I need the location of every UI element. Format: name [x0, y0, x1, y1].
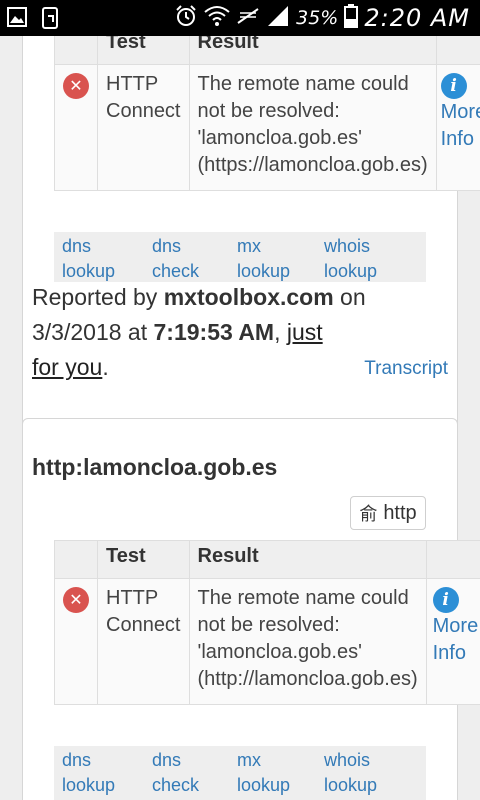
header-result: Result [188, 36, 437, 65]
result-text-line: 'lamoncloa.gob.es' [197, 641, 362, 663]
result-table-https: Test Result ✕ HTTP Connect The remote na… [54, 36, 480, 191]
mx-lookup-link[interactable]: mx lookup [237, 748, 290, 798]
result-text-line: not be resolved: [197, 100, 340, 122]
clock: 2:20 AM [364, 4, 470, 32]
result-table-http: Test Result ✕ HTTP Connect The remote na… [54, 540, 480, 705]
header-status [54, 36, 98, 65]
result-text-line: The remote name could [197, 73, 409, 95]
header-status [54, 540, 98, 579]
table-row: ✕ HTTP Connect The remote name could not… [54, 64, 480, 191]
no-signal-icon [236, 5, 260, 31]
transcript-link[interactable]: Transcript [364, 358, 448, 380]
header-more [435, 36, 480, 65]
battery-percent: 35% [296, 7, 339, 29]
header-test: Test [97, 540, 190, 579]
test-name-line: Connect [106, 100, 181, 122]
dns-check-link[interactable]: dns check [152, 234, 199, 284]
lookup-links-bar: dns lookup dns check mx lookup whois lookup [54, 232, 426, 282]
table-row: ✕ HTTP Connect The remote name could not… [54, 578, 480, 705]
test-name-line: HTTP [106, 73, 159, 95]
signal-icon [266, 5, 290, 31]
just-for-you-link-2[interactable]: for you [32, 354, 102, 380]
dns-lookup-link[interactable]: dns lookup [62, 234, 115, 284]
test-name-line: HTTP [106, 587, 159, 609]
header-test: Test [97, 36, 190, 65]
battery-icon [344, 4, 359, 32]
gallery-icon [6, 6, 28, 34]
status-bar: 35% 2:20 AM [0, 0, 480, 36]
header-result: Result [188, 540, 427, 579]
result-text-line: (https://lamoncloa.gob.es) [197, 154, 428, 176]
result-text-line: (http://lamoncloa.gob.es) [197, 668, 418, 690]
translate-icon: 俞 [359, 504, 378, 524]
card-title: http:lamoncloa.gob.es [32, 454, 278, 480]
info-icon[interactable]: i [432, 587, 459, 613]
http-button[interactable]: 俞 http [350, 496, 426, 530]
whois-lookup-link[interactable]: whois lookup [324, 234, 377, 284]
header-more [425, 540, 480, 579]
wifi-icon [204, 5, 230, 31]
lookup-links-bar: dns lookup dns check mx lookup whois lookup [54, 746, 426, 800]
error-icon: ✕ [63, 587, 89, 613]
alarm-icon [174, 4, 198, 32]
info-icon[interactable]: i [440, 73, 467, 99]
result-text-line: not be resolved: [197, 614, 340, 636]
dns-check-link[interactable]: dns check [152, 748, 199, 798]
result-text-line: 'lamoncloa.gob.es' [197, 127, 362, 149]
mx-lookup-link[interactable]: mx lookup [237, 234, 290, 284]
report-time: 7:19:53 AM [153, 319, 275, 345]
screenshot-icon [40, 6, 62, 34]
whois-lookup-link[interactable]: whois lookup [324, 748, 377, 798]
more-info-link[interactable]: i More Info [435, 64, 480, 191]
test-name-line: Connect [106, 614, 181, 636]
page-content: Test Result ✕ HTTP Connect The remote na… [0, 36, 480, 800]
just-for-you-link[interactable]: just [287, 319, 323, 345]
dns-lookup-link[interactable]: dns lookup [62, 748, 115, 798]
more-info-link[interactable]: i More Info [425, 578, 480, 705]
error-icon: ✕ [63, 73, 89, 99]
result-text-line: The remote name could [197, 587, 409, 609]
report-site: mxtoolbox.com [163, 284, 334, 310]
